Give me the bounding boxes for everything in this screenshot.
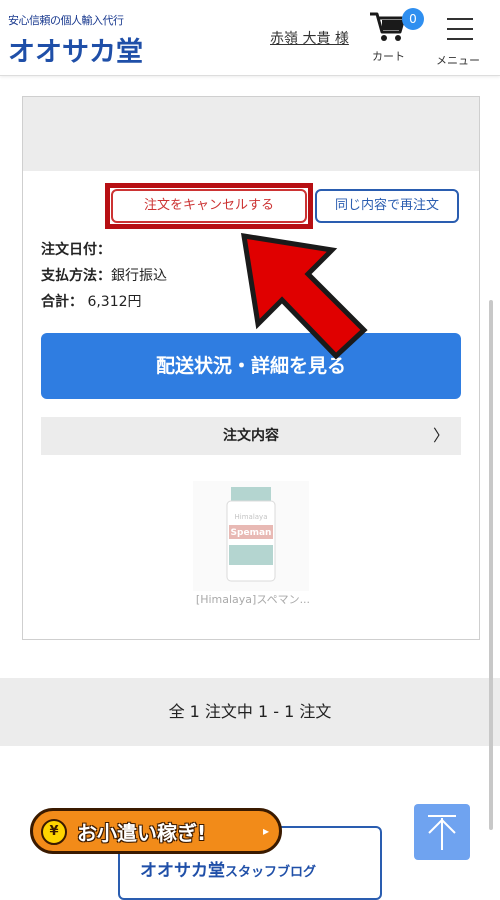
arrow-up-icon <box>428 815 456 850</box>
product-image-text: Speman <box>231 528 272 538</box>
site-tagline: 安心信頼の個人輸入代行 <box>8 14 124 27</box>
user-name-link[interactable]: 赤嶺 大貴 様 <box>270 28 349 48</box>
cart-button[interactable]: 0 カート <box>368 8 424 70</box>
arrow-up-left-icon <box>240 232 368 360</box>
order-date-row: 注文日付： <box>41 239 111 259</box>
payment-method-label: 支払方法： <box>41 268 111 284</box>
scrollbar[interactable] <box>489 300 493 830</box>
order-total-label: 合計： <box>41 294 83 310</box>
cancel-order-button[interactable]: 注文をキャンセルする <box>111 189 307 223</box>
product-brand-text: Himalaya <box>235 513 268 521</box>
chevron-right-icon: 〉 <box>432 426 449 445</box>
blog-label-text: スタッフブログ <box>225 865 317 880</box>
pagination-summary: 全 1 注文中 1 - 1 注文 <box>0 678 500 746</box>
yen-coin-icon: ¥ <box>41 819 67 845</box>
cart-label: カート <box>372 50 405 63</box>
payment-method-row: 支払方法：銀行振込 <box>41 265 167 285</box>
product-image[interactable]: Himalaya Speman <box>193 481 309 591</box>
back-to-top-button[interactable] <box>414 804 470 860</box>
order-contents-label: 注文内容 <box>223 428 279 444</box>
site-logo[interactable]: オオサカ堂 <box>8 30 143 69</box>
staff-blog-text: オオサカ堂スタッフブログ <box>140 856 316 881</box>
order-card-header <box>23 97 479 171</box>
cart-count-badge: 0 <box>402 8 424 30</box>
order-card: 注文をキャンセルする 同じ内容で再注文 注文日付： 支払方法：銀行振込 合計： … <box>22 96 480 640</box>
menu-label: メニュー <box>436 54 480 67</box>
earn-pocket-money-button[interactable]: ¥ お小遣い稼ぎ! ▸ <box>30 808 282 854</box>
order-date-label: 注文日付： <box>41 242 111 258</box>
order-total-value: 6,312円 <box>83 294 142 310</box>
earn-pocket-money-label: お小遣い稼ぎ! <box>77 821 207 845</box>
reorder-button[interactable]: 同じ内容で再注文 <box>315 189 459 223</box>
cart-icon <box>370 12 406 41</box>
payment-method-value: 銀行振込 <box>111 268 167 284</box>
order-contents-toggle[interactable]: 注文内容 〉 <box>41 417 461 455</box>
product-name-link[interactable]: [Himalaya]スペマン... <box>153 591 353 607</box>
site-header: 安心信頼の個人輸入代行 オオサカ堂 赤嶺 大貴 様 0 カート メニュー <box>0 0 500 76</box>
menu-button[interactable]: メニュー <box>432 10 488 70</box>
order-total-row: 合計： 6,312円 <box>41 291 142 311</box>
play-arrow-icon: ▸ <box>263 824 270 838</box>
blog-logo-text: オオサカ堂 <box>140 861 225 881</box>
